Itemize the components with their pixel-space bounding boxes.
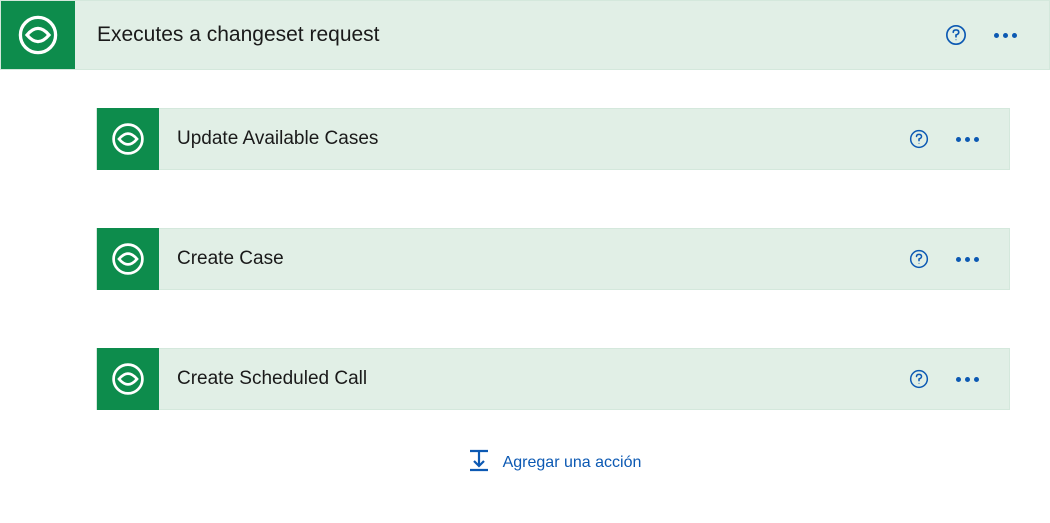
- step-card-update-available-cases[interactable]: Update Available Cases: [96, 108, 1010, 170]
- step-title: Update Available Cases: [159, 128, 909, 150]
- dataverse-icon-square: [97, 348, 159, 410]
- main-card-title: Executes a changeset request: [75, 23, 945, 47]
- add-action-button[interactable]: Agregar una acción: [96, 446, 1010, 479]
- more-options-icon[interactable]: [949, 367, 985, 391]
- step-actions: [909, 367, 1009, 391]
- step-actions: [909, 247, 1009, 271]
- dataverse-swirl-icon: [110, 241, 146, 277]
- help-icon[interactable]: [909, 129, 929, 149]
- dataverse-icon-square: [97, 108, 159, 170]
- main-card-header[interactable]: Executes a changeset request: [1, 1, 1049, 69]
- step-card-create-scheduled-call[interactable]: Create Scheduled Call: [96, 348, 1010, 410]
- main-action-card: Executes a changeset request: [0, 0, 1050, 70]
- step-actions: [909, 127, 1009, 151]
- dataverse-icon-square: [97, 228, 159, 290]
- dataverse-icon-square: [1, 1, 75, 69]
- steps-container: Update Available Cases Create Case: [0, 70, 1050, 479]
- dataverse-swirl-icon: [110, 361, 146, 397]
- dataverse-swirl-icon: [16, 13, 60, 57]
- step-title: Create Case: [159, 248, 909, 270]
- add-action-label: Agregar una acción: [503, 454, 642, 472]
- help-icon[interactable]: [909, 249, 929, 269]
- dataverse-swirl-icon: [110, 121, 146, 157]
- help-icon[interactable]: [909, 369, 929, 389]
- more-options-icon[interactable]: [987, 23, 1023, 47]
- more-options-icon[interactable]: [949, 247, 985, 271]
- step-card-create-case[interactable]: Create Case: [96, 228, 1010, 290]
- more-options-icon[interactable]: [949, 127, 985, 151]
- main-card-actions: [945, 23, 1049, 47]
- insert-step-icon: [465, 446, 493, 479]
- step-title: Create Scheduled Call: [159, 368, 909, 390]
- help-icon[interactable]: [945, 24, 967, 46]
